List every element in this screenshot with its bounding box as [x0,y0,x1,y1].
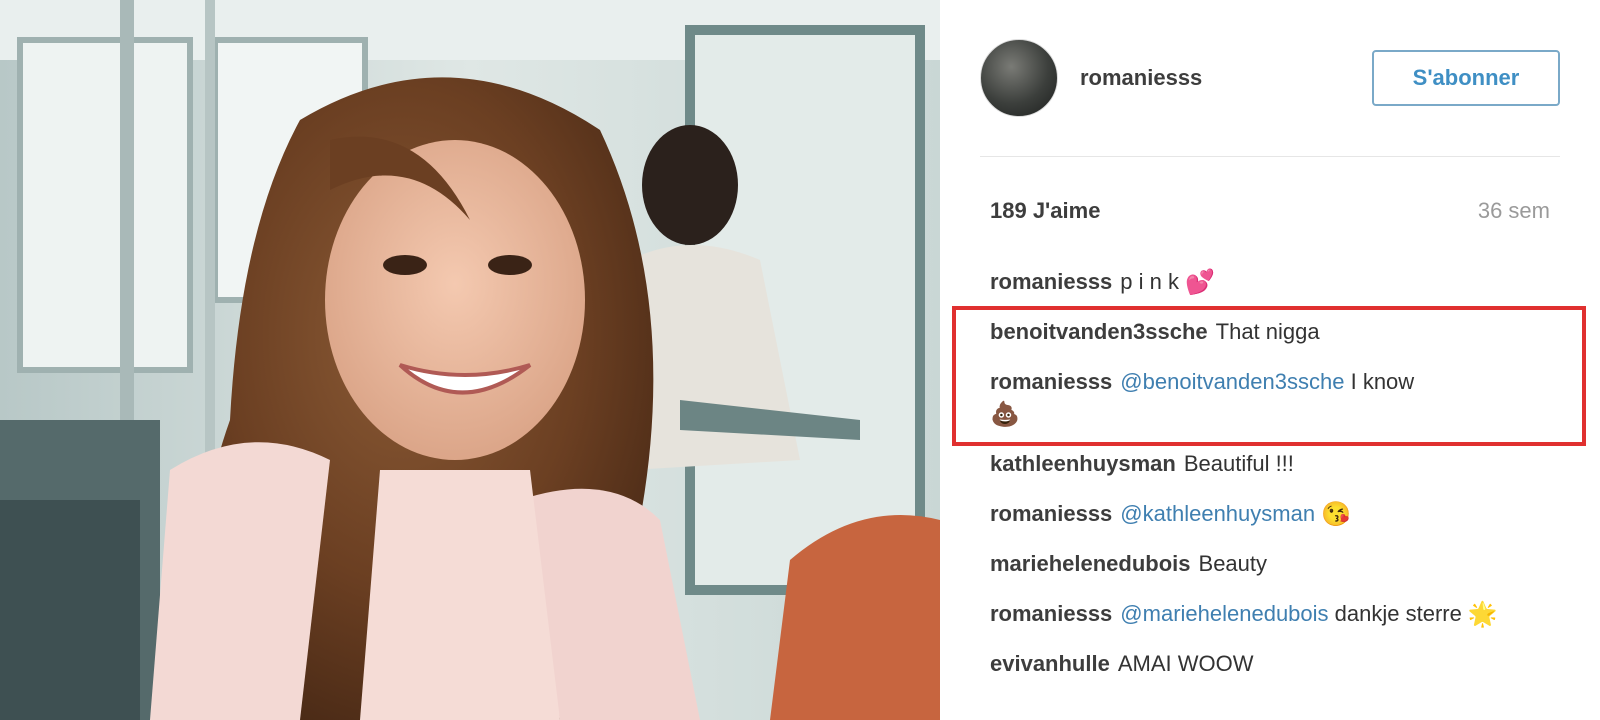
comment-mention[interactable]: @kathleenhuysman [1120,501,1315,526]
kiss-face-emoji-icon: 😘 [1321,501,1351,529]
comment-username[interactable]: benoitvanden3ssche [990,319,1208,344]
post-username[interactable]: romaniesss [1080,65,1372,91]
post-sidebar: romaniesss S'abonner 189 J'aime 36 sem r… [940,0,1600,720]
comment-text: dankje sterre [1334,601,1462,626]
comment-item: mariehelenedubois Beauty [990,548,1560,580]
comment-username[interactable]: romaniesss [990,269,1112,294]
likes-count[interactable]: 189 J'aime [990,198,1100,224]
poop-emoji-icon: 💩 [990,401,1020,429]
header-divider [980,156,1560,157]
two-hearts-emoji-icon: 💕 [1185,269,1215,297]
avatar[interactable] [980,39,1058,117]
post-header: romaniesss S'abonner [980,38,1560,118]
comment-username[interactable]: mariehelenedubois [990,551,1191,576]
comment-username[interactable]: romaniesss [990,501,1112,526]
post-time[interactable]: 36 sem [1478,198,1550,224]
comment-text: That nigga [1215,319,1320,344]
comment-mention[interactable]: @mariehelenedubois [1120,601,1328,626]
post-stats: 189 J'aime 36 sem [990,198,1550,224]
comment-item: romaniesss @kathleenhuysman 😘 [990,498,1560,530]
comment-username[interactable]: kathleenhuysman [990,451,1176,476]
bus-selfie-image [0,0,940,720]
comment-item: romaniesss @benoitvanden3ssche I know 💩 [990,366,1560,430]
comment-text: p i n k [1120,269,1179,294]
instagram-post: romaniesss S'abonner 189 J'aime 36 sem r… [0,0,1600,720]
comment-username[interactable]: evivanhulle [990,651,1110,676]
star-emoji-icon: 🌟 [1467,601,1498,629]
comment-item: benoitvanden3ssche That nigga [990,316,1560,348]
comment-item: romaniesss @mariehelenedubois dankje ster… [990,598,1560,630]
comment-text: AMAI WOOW [1117,651,1254,676]
follow-button[interactable]: S'abonner [1372,50,1560,106]
comment-item: romaniesss p i n k 💕 [990,266,1560,298]
comment-text: Beauty [1198,551,1268,576]
comment-username[interactable]: romaniesss [990,369,1112,394]
comment-text: Beautiful !!! [1183,451,1294,476]
comment-username[interactable]: romaniesss [990,601,1112,626]
comments-list: romaniesss p i n k 💕 benoitvanden3ssche Tha… [990,266,1560,698]
post-photo[interactable] [0,0,940,720]
comment-text: I know [1350,369,1415,394]
comment-item: evivanhulle AMAI WOOW [990,648,1560,680]
comment-mention[interactable]: @benoitvanden3ssche [1120,369,1344,394]
comment-item: kathleenhuysman Beautiful !!! [990,448,1560,480]
